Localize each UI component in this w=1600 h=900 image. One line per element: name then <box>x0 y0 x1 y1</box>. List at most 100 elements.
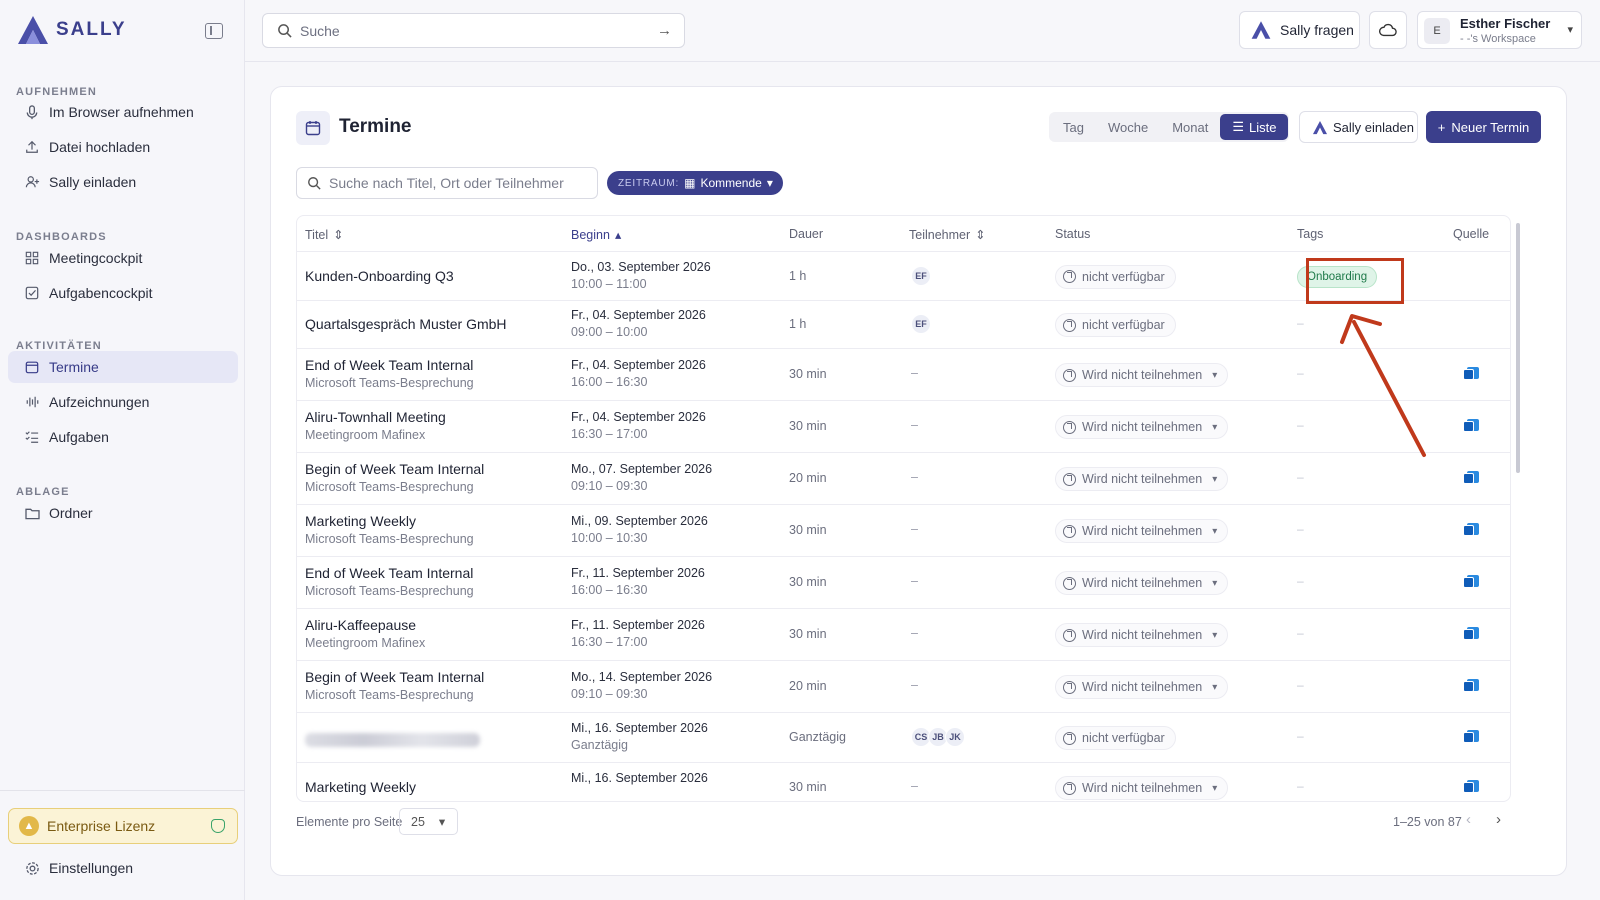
duration-cell: 20 min <box>789 471 827 485</box>
license-badge[interactable]: ▲ Enterprise Lizenz <box>8 808 238 844</box>
status-select[interactable]: Wird nicht teilnehmen ▾ <box>1055 571 1229 595</box>
column-label: Status <box>1055 227 1091 241</box>
table-row[interactable]: Begin of Week Team Internal Microsoft Tea… <box>297 453 1510 505</box>
global-search[interactable]: → <box>262 13 685 48</box>
empty-value: – <box>1297 522 1304 536</box>
sidebar-item-settings[interactable]: Einstellungen <box>8 852 238 884</box>
status-label: Wird nicht teilnehmen <box>1082 524 1203 538</box>
table-row[interactable]: Quartalsgespräch Muster GmbH Fr., 04. Se… <box>297 301 1510 349</box>
invite-sally-button[interactable]: Sally einladen <box>1299 111 1418 143</box>
event-title[interactable]: Kunden-Onboarding Q3 <box>305 268 454 284</box>
table-row[interactable]: End of Week Team Internal Microsoft Teams… <box>297 557 1510 609</box>
status-select[interactable]: Wird nicht teilnehmen ▾ <box>1055 623 1229 647</box>
arrow-right-icon[interactable]: → <box>657 22 672 39</box>
table-row[interactable]: Begin of Week Team Internal Microsoft Tea… <box>297 661 1510 713</box>
tags-cell: – <box>1297 777 1304 793</box>
event-location: Microsoft Teams-Besprechung <box>305 688 474 702</box>
participants-cell: – <box>911 468 918 484</box>
table-row[interactable]: End of Week Team Internal Microsoft Teams… <box>297 349 1510 401</box>
event-time: 16:30 – 17:00 <box>571 427 648 441</box>
status-label: Wird nicht teilnehmen <box>1082 420 1203 434</box>
scroll-thumb[interactable] <box>1516 223 1520 473</box>
event-title[interactable]: End of Week Team Internal <box>305 565 474 581</box>
event-title[interactable]: End of Week Team Internal <box>305 357 474 373</box>
tags-cell: – <box>1297 520 1304 536</box>
source-cell <box>1463 471 1479 487</box>
table-row[interactable]: Mi., 16. September 2026 Ganztägig Ganztägi… <box>297 713 1510 763</box>
new-appointment-button[interactable]: + Neuer Termin <box>1426 111 1541 143</box>
sidebar-item-aufgabencockpit[interactable]: Aufgabencockpit <box>8 277 238 309</box>
title-cell: Kunden-Onboarding Q3 <box>305 268 454 284</box>
next-page-icon[interactable]: › <box>1496 811 1501 828</box>
sidebar-item-ordner[interactable]: Ordner <box>8 497 238 529</box>
column-begin[interactable]: Beginn ▴ <box>571 227 621 243</box>
view-switcher: Tag Woche Monat ☰ Liste <box>1049 112 1289 142</box>
participant-avatar[interactable]: EF <box>911 265 931 286</box>
event-title[interactable]: Marketing Weekly <box>305 513 474 529</box>
column-title[interactable]: Titel ⇕ <box>305 227 344 243</box>
status-select[interactable]: Wird nicht teilnehmen ▾ <box>1055 519 1229 543</box>
status-select[interactable]: Wird nicht teilnehmen ▾ <box>1055 467 1229 491</box>
begin-cell: Fr., 11. September 2026 16:30 – 17:00 <box>571 618 705 649</box>
tags-cell: – <box>1297 364 1304 380</box>
period-filter-label: ZEITRAUM: <box>618 177 680 189</box>
participant-avatar[interactable]: JK <box>945 727 965 747</box>
event-title[interactable]: Marketing Weekly <box>305 779 416 795</box>
table-row[interactable]: Marketing Weekly Microsoft Teams-Besprech… <box>297 505 1510 557</box>
outlook-icon <box>1463 471 1479 484</box>
source-cell <box>1463 780 1479 796</box>
sidebar-collapse-icon[interactable] <box>205 23 223 39</box>
period-filter[interactable]: ZEITRAUM: ▦ Kommende ▾ <box>607 171 783 195</box>
outlook-icon <box>1463 780 1479 793</box>
appointment-search[interactable] <box>296 167 598 199</box>
status-select[interactable]: nicht verfügbar <box>1055 726 1176 750</box>
table-scrollbar[interactable] <box>1515 215 1521 802</box>
event-title[interactable]: Begin of Week Team Internal <box>305 669 484 685</box>
event-title[interactable]: Quartalsgespräch Muster GmbH <box>305 316 507 332</box>
sort-icon: ⇕ <box>975 228 986 242</box>
column-participants[interactable]: Teilnehmer ⇕ <box>909 227 986 243</box>
status-select[interactable]: Wird nicht teilnehmen ▾ <box>1055 415 1229 439</box>
event-location: Meetingroom Mafinex <box>305 636 426 650</box>
tags-cell: – <box>1297 727 1304 743</box>
search-input[interactable] <box>300 22 640 39</box>
user-menu[interactable]: E Esther Fischer - -'s Workspace ▾ <box>1417 11 1582 49</box>
title-cell: Begin of Week Team Internal Microsoft Tea… <box>305 461 484 494</box>
table-row[interactable]: Aliru-Townhall Meeting Meetingroom Mafine… <box>297 401 1510 453</box>
app-logo[interactable]: SALLY <box>16 14 127 46</box>
view-tab-day[interactable]: Tag <box>1051 114 1096 140</box>
sidebar-item-aufgaben[interactable]: Aufgaben <box>8 421 238 453</box>
view-tab-month[interactable]: Monat <box>1160 114 1220 140</box>
table-row[interactable]: Marketing Weekly Mi., 16. September 2026… <box>297 763 1510 801</box>
duration-cell: 30 min <box>789 523 827 537</box>
status-select[interactable]: nicht verfügbar <box>1055 264 1176 289</box>
event-title[interactable]: Begin of Week Team Internal <box>305 461 484 477</box>
participant-avatar[interactable]: EF <box>911 314 931 334</box>
column-duration: Dauer <box>789 227 823 241</box>
prev-page-icon[interactable]: ‹ <box>1466 811 1471 828</box>
status-select[interactable]: nicht verfügbar <box>1055 313 1176 337</box>
sidebar-item-meetingcockpit[interactable]: Meetingcockpit <box>8 242 238 274</box>
sidebar-item-im-browser-aufnehmen[interactable]: Im Browser aufnehmen <box>8 96 238 128</box>
sally-logo-icon <box>1312 120 1328 134</box>
sidebar-item-termine[interactable]: Termine <box>8 351 238 383</box>
per-page-select[interactable]: 25 ▾ <box>399 808 458 835</box>
sidebar-item-datei-hochladen[interactable]: Datei hochladen <box>8 131 238 163</box>
event-title[interactable]: Aliru-Townhall Meeting <box>305 409 446 425</box>
appointment-search-input[interactable] <box>329 175 589 191</box>
chevron-down-icon: ▾ <box>1567 24 1573 36</box>
sidebar-item-aufzeichnungen[interactable]: Aufzeichnungen <box>8 386 238 418</box>
status-select[interactable]: Wird nicht teilnehmen ▾ <box>1055 363 1229 387</box>
table-row[interactable]: Aliru-Kaffeepause Meetingroom Mafinex Fr.… <box>297 609 1510 661</box>
ask-sally-button[interactable]: Sally fragen <box>1239 11 1360 49</box>
empty-value: – <box>1297 626 1304 640</box>
status-label: nicht verfügbar <box>1082 318 1165 332</box>
status-select[interactable]: Wird nicht teilnehmen ▾ <box>1055 675 1229 699</box>
event-title[interactable]: Aliru-Kaffeepause <box>305 617 425 633</box>
event-location: Microsoft Teams-Besprechung <box>305 532 474 546</box>
view-tab-week[interactable]: Woche <box>1096 114 1160 140</box>
view-tab-list[interactable]: ☰ Liste <box>1220 114 1289 140</box>
sidebar-item-sally-einladen[interactable]: Sally einladen <box>8 166 238 198</box>
status-select[interactable]: Wird nicht teilnehmen ▾ <box>1055 776 1229 800</box>
cloud-button[interactable] <box>1369 11 1407 49</box>
